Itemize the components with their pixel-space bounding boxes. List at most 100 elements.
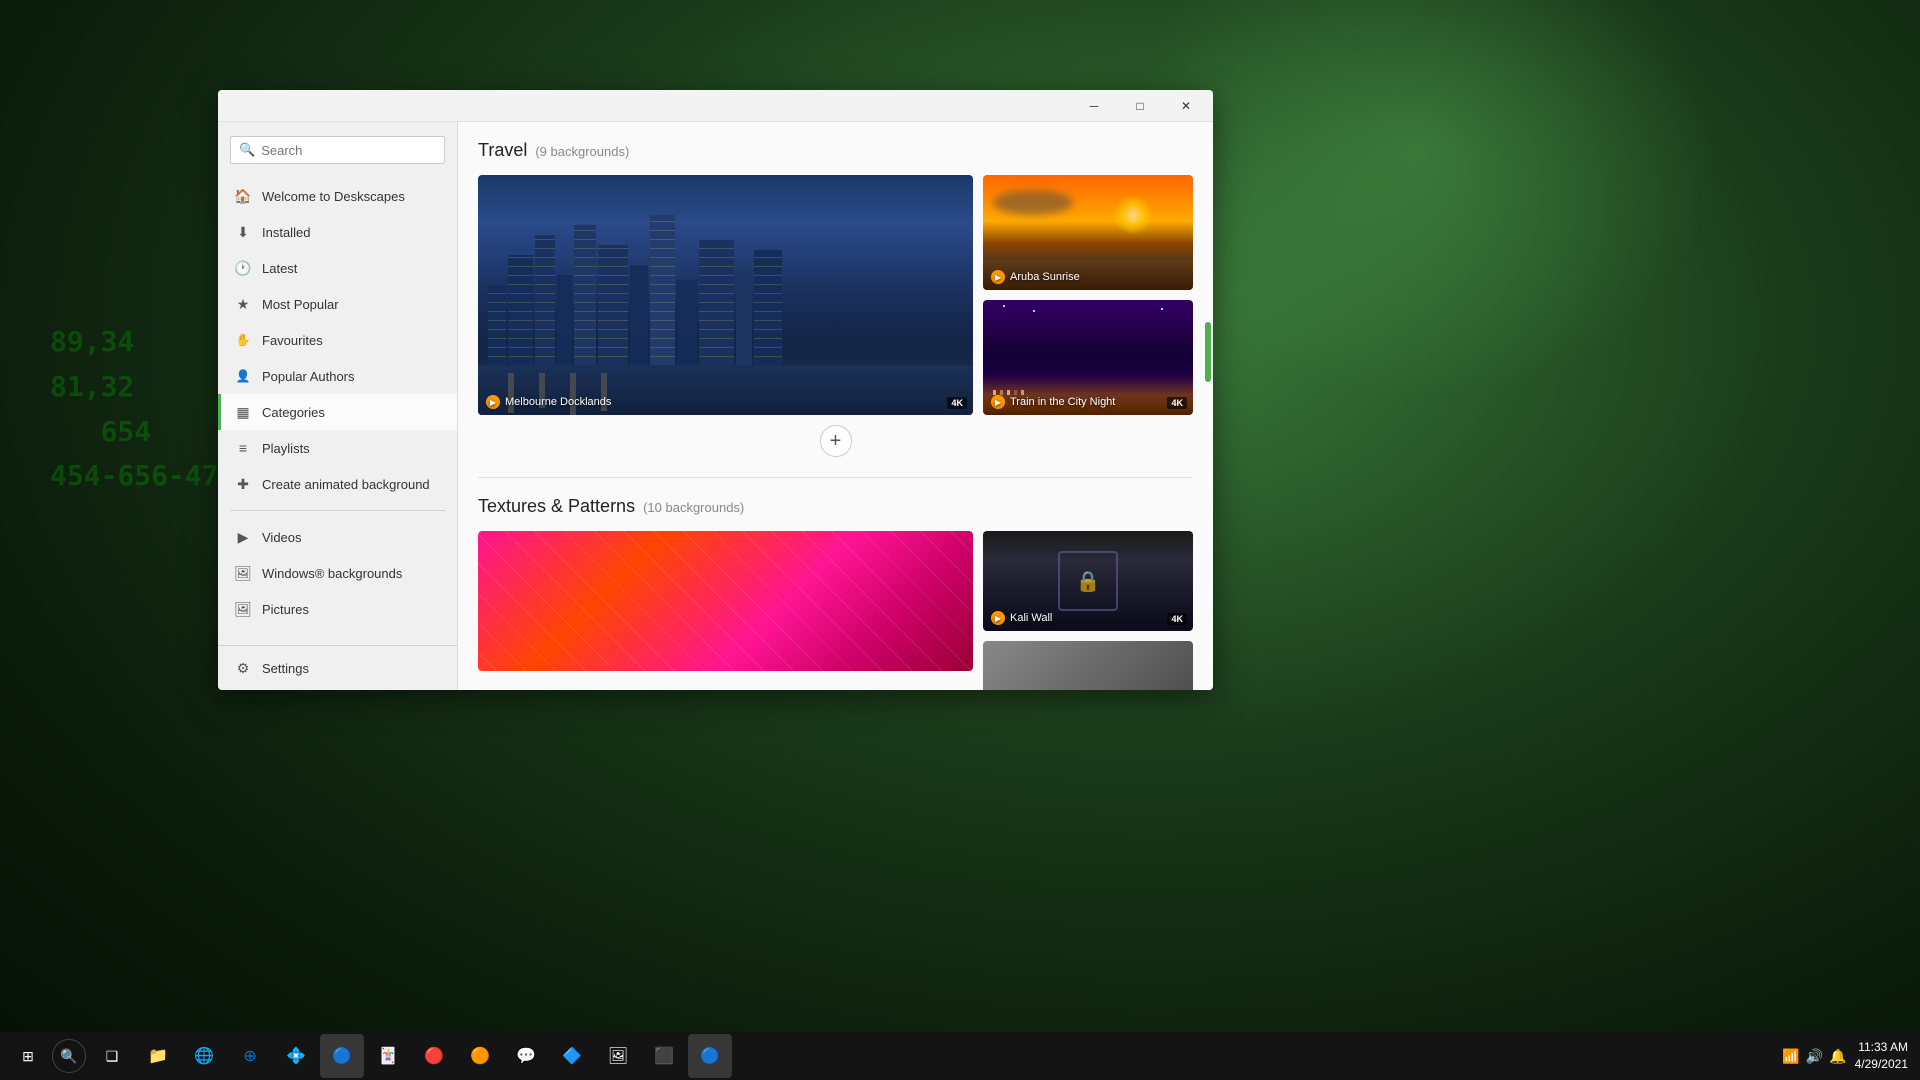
search-input[interactable]: [261, 143, 436, 158]
kali-title: Kali Wall: [1010, 612, 1052, 624]
aruba-title: Aruba Sunrise: [1010, 271, 1080, 283]
add-icon: ✚: [234, 475, 252, 493]
close-button[interactable]: ✕: [1163, 90, 1209, 122]
nav-item-welcome[interactable]: 🏠 Welcome to Deskscapes: [218, 178, 457, 214]
melbourne-bg-card[interactable]: ▶ Melbourne Docklands 4K: [478, 175, 973, 415]
taskbar-clock[interactable]: 11:33 AM 4/29/2021: [1855, 1039, 1908, 1073]
store-icon: ⊕: [243, 1046, 256, 1066]
image-icon-pictures: 🖼: [234, 600, 252, 618]
teams2-icon: 🔵: [332, 1046, 352, 1066]
textures-title: Textures & Patterns: [478, 496, 635, 517]
nav-item-installed[interactable]: ⬇ Installed: [218, 214, 457, 250]
nav-label-create-animated: Create animated background: [262, 477, 430, 492]
star-icon: ★: [234, 295, 252, 313]
textures-grid: 🔒 ▶ Kali Wall 4K: [478, 531, 1193, 690]
melbourne-label: ▶ Melbourne Docklands: [486, 395, 611, 409]
nav-item-create-animated[interactable]: ✚ Create animated background: [218, 466, 457, 502]
window-body: 🔍 🏠 Welcome to Deskscapes ⬇ Installed 🕐 …: [218, 122, 1213, 690]
unknown2-icon: ⬛: [654, 1046, 674, 1066]
nav-item-playlists[interactable]: ≡ Playlists: [218, 430, 457, 466]
taskbar-icon-chrome[interactable]: 🔴: [412, 1034, 456, 1078]
taskbar-icon-ps[interactable]: 🔷: [550, 1034, 594, 1078]
settings-icon: ⚙: [234, 659, 252, 677]
clock-icon: 🕐: [234, 259, 252, 277]
nav-label-pictures: Pictures: [262, 602, 309, 617]
taskbar-icon-skype[interactable]: 💬: [504, 1034, 548, 1078]
solitaire-icon: 🃏: [378, 1046, 398, 1066]
nav-item-pictures[interactable]: 🖼 Pictures: [218, 591, 457, 627]
travel-section-header: Travel (9 backgrounds): [478, 140, 1193, 161]
search-icon: 🔍: [239, 142, 255, 158]
person-icon: 👤: [234, 367, 252, 385]
taskbar-system-tray: 📶 🔊 🔔: [1782, 1048, 1846, 1065]
load-more-button[interactable]: +: [820, 425, 852, 457]
nav-label-latest: Latest: [262, 261, 297, 276]
taskbar-icon-teams2[interactable]: 🔵: [320, 1034, 364, 1078]
taskbar-icon-explorer[interactable]: 📁: [136, 1034, 180, 1078]
main-content: Travel (9 backgrounds): [458, 122, 1213, 690]
clock-date: 4/29/2021: [1855, 1056, 1908, 1073]
skype-icon: 💬: [516, 1046, 536, 1066]
taskbar-icon-unknown1[interactable]: 🟠: [458, 1034, 502, 1078]
nav-item-windows-bg[interactable]: 🖼 Windows® backgrounds: [218, 555, 457, 591]
nav-divider-1: [230, 510, 445, 511]
nav-label-favourites: Favourites: [262, 333, 323, 348]
aruba-label-icon: ▶: [991, 270, 1005, 284]
sidebar: 🔍 🏠 Welcome to Deskscapes ⬇ Installed 🕐 …: [218, 122, 458, 690]
image-icon-windows: 🖼: [234, 564, 252, 582]
edge-icon: 🌐: [194, 1046, 214, 1066]
kali-label: ▶ Kali Wall: [991, 611, 1052, 625]
network-icon[interactable]: 📶: [1782, 1048, 1799, 1065]
nav-item-categories[interactable]: ▦ Categories: [218, 394, 457, 430]
taskbar-icon-photos[interactable]: 🖼: [596, 1034, 640, 1078]
train-title: Train in the City Night: [1010, 396, 1115, 408]
teams-icon: 💠: [286, 1046, 306, 1066]
pink-texture-card[interactable]: [478, 531, 973, 690]
nav-item-popular-authors[interactable]: 👤 Popular Authors: [218, 358, 457, 394]
hand-icon: ✋: [234, 331, 252, 349]
search-box[interactable]: 🔍: [230, 136, 445, 164]
start-button[interactable]: ⊞: [4, 1032, 52, 1080]
nav-label-popular-authors: Popular Authors: [262, 369, 355, 384]
nav-item-favourites[interactable]: ✋ Favourites: [218, 322, 457, 358]
nav-item-settings[interactable]: ⚙ Settings: [218, 650, 457, 686]
taskbar-icon-edge[interactable]: 🌐: [182, 1034, 226, 1078]
taskbar-icon-store[interactable]: ⊕: [228, 1034, 272, 1078]
taskbar-search-button[interactable]: 🔍: [52, 1039, 86, 1073]
maximize-button[interactable]: □: [1117, 90, 1163, 122]
minimize-button[interactable]: ─: [1071, 90, 1117, 122]
train-bg-card[interactable]: ▶ Train in the City Night 4K: [983, 300, 1193, 415]
kali-wall-card[interactable]: 🔒 ▶ Kali Wall 4K: [983, 531, 1193, 631]
travel-section: Travel (9 backgrounds): [458, 122, 1213, 477]
textures-side-thumbs: 🔒 ▶ Kali Wall 4K: [983, 531, 1193, 690]
travel-title: Travel: [478, 140, 527, 161]
aruba-label: ▶ Aruba Sunrise: [991, 270, 1080, 284]
nav-item-videos[interactable]: ▶ Videos: [218, 519, 457, 555]
photos-icon: 🖼: [608, 1046, 628, 1066]
textures-count: (10 backgrounds): [643, 500, 744, 515]
taskbar-icon-teams[interactable]: 💠: [274, 1034, 318, 1078]
notification-icon[interactable]: 🔔: [1829, 1048, 1846, 1065]
scroll-indicator[interactable]: [1205, 322, 1211, 382]
title-bar: ─ □ ✕: [218, 90, 1213, 122]
aruba-bg-card[interactable]: ▶ Aruba Sunrise: [983, 175, 1193, 290]
taskbar: ⊞ 🔍 ❑ 📁 🌐 ⊕ 💠 🔵 🃏 🔴 🟠: [0, 1032, 1920, 1080]
taskbar-search-icon: 🔍: [60, 1048, 77, 1065]
kali-label-icon: ▶: [991, 611, 1005, 625]
taskbar-icon-unknown3[interactable]: 🔵: [688, 1034, 732, 1078]
taskbar-icon-task-view[interactable]: ❑: [90, 1034, 134, 1078]
texture-extra-card[interactable]: [983, 641, 1193, 690]
explorer-icon: 📁: [148, 1046, 168, 1066]
travel-side-thumbs: ▶ Aruba Sunrise: [983, 175, 1193, 415]
chrome-icon: 🔴: [424, 1046, 444, 1066]
home-icon: 🏠: [234, 187, 252, 205]
nav-item-most-popular[interactable]: ★ Most Popular: [218, 286, 457, 322]
download-icon: ⬇: [234, 223, 252, 241]
taskbar-icon-unknown2[interactable]: ⬛: [642, 1034, 686, 1078]
nav-item-latest[interactable]: 🕐 Latest: [218, 250, 457, 286]
volume-icon[interactable]: 🔊: [1806, 1048, 1823, 1065]
taskbar-icon-solitaire[interactable]: 🃏: [366, 1034, 410, 1078]
sidebar-bottom: ⚙ Settings: [218, 645, 457, 690]
ps-icon: 🔷: [562, 1046, 582, 1066]
video-icon: ▶: [234, 528, 252, 546]
